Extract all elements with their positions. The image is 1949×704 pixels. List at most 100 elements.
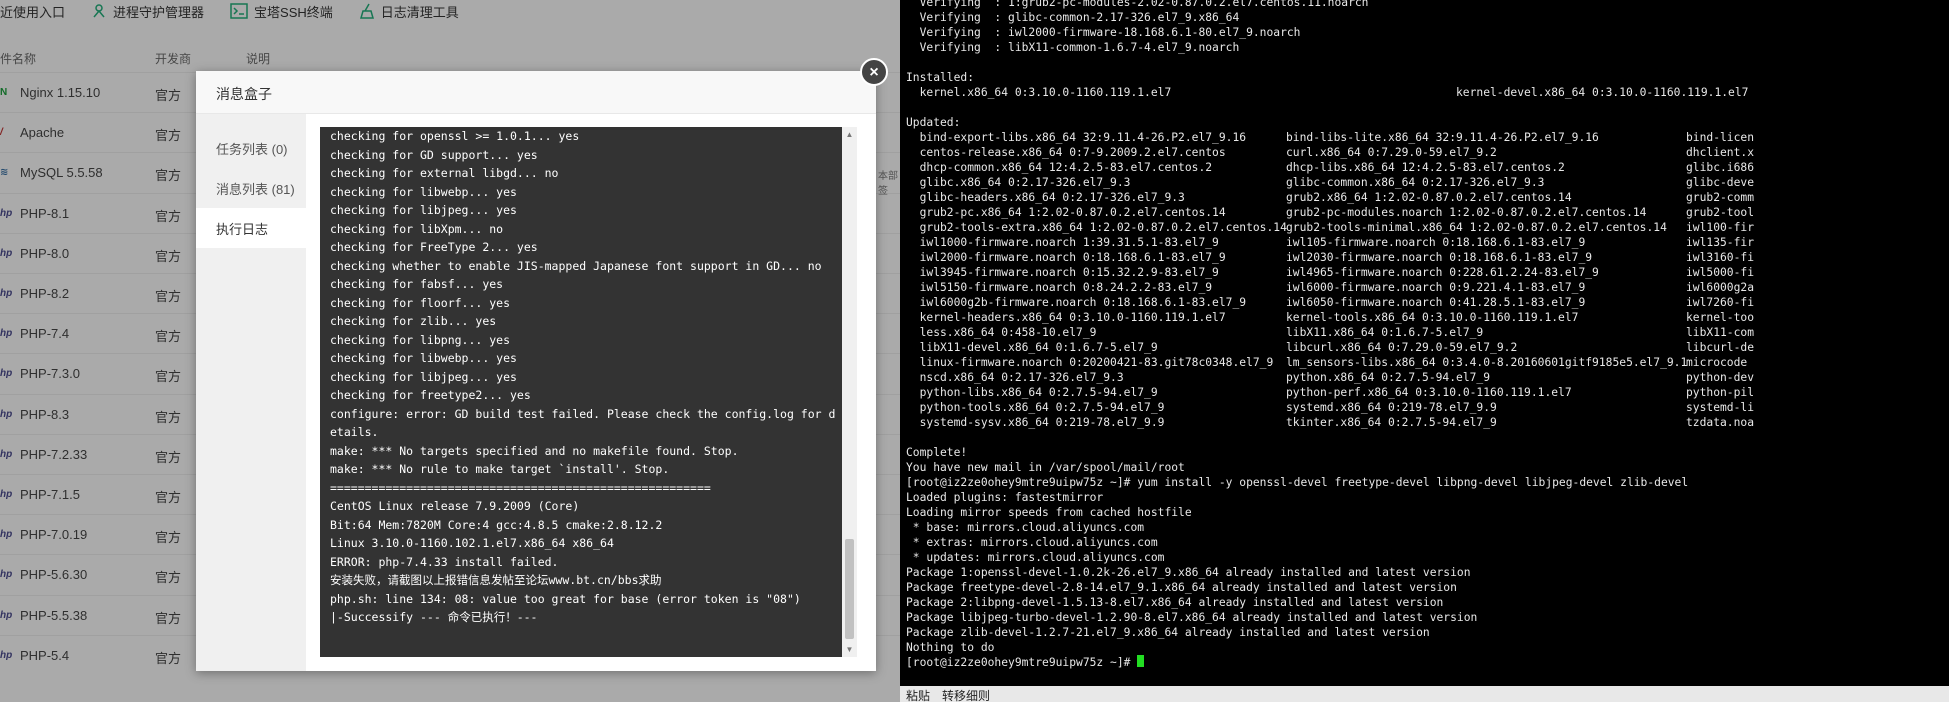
footer-item[interactable]: 转移细则 bbox=[942, 687, 990, 704]
terminal-line: Nothing to do bbox=[906, 641, 995, 654]
updated-row: iwl3945-firmware.noarch 0:15.32.2.9-83.e… bbox=[906, 265, 1754, 280]
log-line: checking for fabsf... yes bbox=[330, 277, 504, 291]
updated-package: dhcp-libs.x86_64 12:4.2.5-83.el7.centos.… bbox=[1286, 161, 1565, 174]
terminal-line: Complete! bbox=[906, 446, 968, 459]
updated-package: libcurl-de bbox=[1686, 341, 1755, 354]
updated-package: glibc-deve bbox=[1686, 176, 1755, 189]
updated-package: libX11-devel.x86_64 0:1.6.7-5.el7_9 bbox=[906, 341, 1158, 354]
terminal-line: * updates: mirrors.cloud.aliyuncs.com bbox=[906, 551, 1165, 564]
updated-package: python-pil bbox=[1686, 386, 1755, 399]
log-line: php.sh: line 134: 08: value too great fo… bbox=[330, 591, 801, 606]
updated-package: curl.x86_64 0:7.29.0-59.el7_9.2 bbox=[1286, 146, 1497, 159]
log-line: configure: error: GD build test failed. … bbox=[330, 406, 836, 440]
log-line: checking for libXpm... no bbox=[330, 221, 504, 236]
updated-package: iwl7260-fi bbox=[1686, 296, 1755, 309]
updated-package: bind-licen bbox=[1686, 131, 1755, 144]
updated-package: iwl6050-firmware.noarch 0:41.28.5.1-83.e… bbox=[1286, 296, 1586, 309]
terminal-prompt-line[interactable]: [root@iz2ze0ohey9mtre9uipw75z ~]# bbox=[906, 655, 1688, 670]
updated-row: glibc-headers.x86_64 0:2.17-326.el7_9.3 g… bbox=[906, 190, 1754, 205]
tab-execution-log[interactable]: 执行日志 bbox=[196, 208, 306, 248]
log-line: checking for libwebp... yes bbox=[330, 184, 517, 199]
scroll-up-arrow-icon[interactable]: ▲ bbox=[842, 127, 857, 142]
updated-row: iwl2000-firmware.noarch 0:18.168.6.1-83.… bbox=[906, 250, 1754, 265]
log-line: make: *** No targets specified and no ma… bbox=[330, 443, 739, 458]
updated-package: grub2-tool bbox=[1686, 206, 1755, 219]
updated-package: iwl5000-fi bbox=[1686, 266, 1755, 279]
log-line: |-Successify --- 命令已执行！--- bbox=[330, 610, 538, 624]
installed-row: kernel.x86_64 0:3.10.0-1160.119.1.el7 ker… bbox=[906, 85, 1749, 100]
terminal-line: Package 1:openssl-devel-1.0.2k-26.el7_9.… bbox=[906, 566, 1471, 579]
terminal-line: Updated: bbox=[906, 116, 961, 129]
updated-package: grub2-pc.x86_64 1:2.02-0.87.0.2.el7.cent… bbox=[906, 206, 1226, 219]
terminal-line: Package zlib-devel-1.2.7-21.el7_9.x86_64… bbox=[906, 626, 1430, 639]
updated-package: grub2-tools-extra.x86_64 1:2.02-0.87.0.2… bbox=[906, 221, 1287, 234]
terminal-line: Loaded plugins: fastestmirror bbox=[906, 491, 1104, 504]
updated-package: glibc.i686 bbox=[1686, 161, 1755, 174]
footer-paste[interactable]: 粘贴 bbox=[906, 687, 930, 704]
updated-row: grub2-pc.x86_64 1:2.02-0.87.0.2.el7.cent… bbox=[906, 205, 1754, 220]
updated-package: less.x86_64 0:458-10.el7_9 bbox=[906, 326, 1097, 339]
updated-package: python-dev bbox=[1686, 371, 1755, 384]
updated-package: glibc-headers.x86_64 0:2.17-326.el7_9.3 bbox=[906, 191, 1185, 204]
updated-row: iwl5150-firmware.noarch 0:8.24.2.2-83.el… bbox=[906, 280, 1754, 295]
updated-package: iwl4965-firmware.noarch 0:228.61.2.24-83… bbox=[1286, 266, 1599, 279]
modal-close-button[interactable]: × bbox=[860, 58, 888, 86]
updated-row: grub2-tools-extra.x86_64 1:2.02-0.87.0.2… bbox=[906, 220, 1754, 235]
updated-package: iwl2030-firmware.noarch 0:18.168.6.1-83.… bbox=[1286, 251, 1593, 264]
modal-header: 消息盒子 bbox=[196, 71, 876, 114]
updated-package: dhclient.x bbox=[1686, 146, 1755, 159]
updated-package: bind-export-libs.x86_64 32:9.11.4-26.P2.… bbox=[906, 131, 1247, 144]
updated-package: kernel-too bbox=[1686, 311, 1755, 324]
scroll-down-arrow-icon[interactable]: ▼ bbox=[842, 642, 857, 657]
terminal-line: Package 2:libpng-devel-1.5.13-8.el7.x86_… bbox=[906, 596, 1444, 609]
terminal-line: You have new mail in /var/spool/mail/roo… bbox=[906, 461, 1185, 474]
updated-package: grub2-comm bbox=[1686, 191, 1755, 204]
updated-package: iwl5150-firmware.noarch 0:8.24.2.2-83.el… bbox=[906, 281, 1213, 294]
updated-row: python-tools.x86_64 0:2.7.5-94.el7_9 syst… bbox=[906, 400, 1754, 415]
execution-log-console[interactable]: checking for openssl >= 1.0.1... yes chec… bbox=[320, 127, 857, 657]
updated-row: less.x86_64 0:458-10.el7_9 libX11.x86_64 … bbox=[906, 325, 1754, 340]
updated-package: iwl3945-firmware.noarch 0:15.32.2.9-83.e… bbox=[906, 266, 1219, 279]
updated-package: python-tools.x86_64 0:2.7.5-94.el7_9 bbox=[906, 401, 1165, 414]
log-line: checking for GD support... yes bbox=[330, 147, 538, 162]
updated-row: iwl6000g2b-firmware.noarch 0:18.168.6.1-… bbox=[906, 295, 1754, 310]
updated-package: bind-libs-lite.x86_64 32:9.11.4-26.P2.el… bbox=[1286, 131, 1599, 144]
updated-package: grub2-pc-modules.noarch 1:2.02-0.87.0.2.… bbox=[1286, 206, 1647, 219]
installed-package: kernel-devel.x86_64 0:3.10.0-1160.119.1.… bbox=[1456, 86, 1749, 99]
log-line: checking for zlib... yes bbox=[330, 314, 497, 328]
terminal-line: Verifying : iwl2000-firmware-18.168.6.1-… bbox=[906, 26, 1301, 39]
tab-task-list[interactable]: 任务列表 (0) bbox=[196, 128, 306, 168]
terminal-output: Verifying : 1:grub2-pc-modules-2.02-0.87… bbox=[906, 0, 1754, 670]
terminal-line: * base: mirrors.cloud.aliyuncs.com bbox=[906, 521, 1145, 534]
updated-package: iwl135-fir bbox=[1686, 236, 1755, 249]
log-line: make: *** No rule to make target `instal… bbox=[330, 462, 670, 476]
updated-package: iwl3160-fi bbox=[1686, 251, 1755, 264]
log-line: checking for libjpeg... yes bbox=[330, 203, 517, 217]
message-box-modal: 消息盒子 任务列表 (0) 消息列表 (81) 执行日志 checking fo… bbox=[196, 71, 876, 671]
updated-package: microcode bbox=[1686, 356, 1748, 369]
console-scrollbar[interactable]: ▲ ▼ bbox=[842, 127, 857, 657]
updated-package: iwl105-firmware.noarch 0:18.168.6.1-83.e… bbox=[1286, 236, 1586, 249]
updated-package: grub2-tools-minimal.x86_64 1:2.02-0.87.0… bbox=[1286, 221, 1667, 234]
modal-nav: 任务列表 (0) 消息列表 (81) 执行日志 bbox=[196, 114, 306, 671]
log-line: checking for external libgd... no bbox=[330, 166, 559, 180]
terminal-line: Package freetype-devel-2.8-14.el7_9.1.x8… bbox=[906, 581, 1457, 594]
scroll-thumb[interactable] bbox=[845, 539, 854, 639]
updated-package: iwl6000g2b-firmware.noarch 0:18.168.6.1-… bbox=[906, 296, 1247, 309]
terminal-line: Verifying : glibc-common-2.17-326.el7_9.… bbox=[906, 11, 1240, 24]
log-line: checking for FreeType 2... yes bbox=[330, 240, 538, 254]
updated-row: nscd.x86_64 0:2.17-326.el7_9.3 python.x86… bbox=[906, 370, 1754, 385]
updated-package: glibc-common.x86_64 0:2.17-326.el7_9.3 bbox=[1286, 176, 1545, 189]
log-lines: checking for openssl >= 1.0.1... yes chec… bbox=[330, 127, 838, 627]
ssh-terminal[interactable]: Verifying : 1:grub2-pc-modules-2.02-0.87… bbox=[900, 0, 1949, 686]
updated-package: python.x86_64 0:2.7.5-94.el7_9 bbox=[1286, 371, 1491, 384]
log-line: ERROR: php-7.4.33 install failed. bbox=[330, 554, 559, 569]
log-line: ========================================… bbox=[330, 480, 711, 495]
terminal-prompt: [root@iz2ze0ohey9mtre9uipw75z ~]# bbox=[906, 656, 1138, 669]
tab-message-list[interactable]: 消息列表 (81) bbox=[196, 168, 306, 208]
updated-row: centos-release.x86_64 0:7-9.2009.2.el7.c… bbox=[906, 145, 1754, 160]
log-line: checking for freetype2... yes bbox=[330, 388, 531, 402]
log-line: checking for libpng... yes bbox=[330, 332, 511, 347]
updated-row: glibc.x86_64 0:2.17-326.el7_9.3 glibc-com… bbox=[906, 175, 1754, 190]
